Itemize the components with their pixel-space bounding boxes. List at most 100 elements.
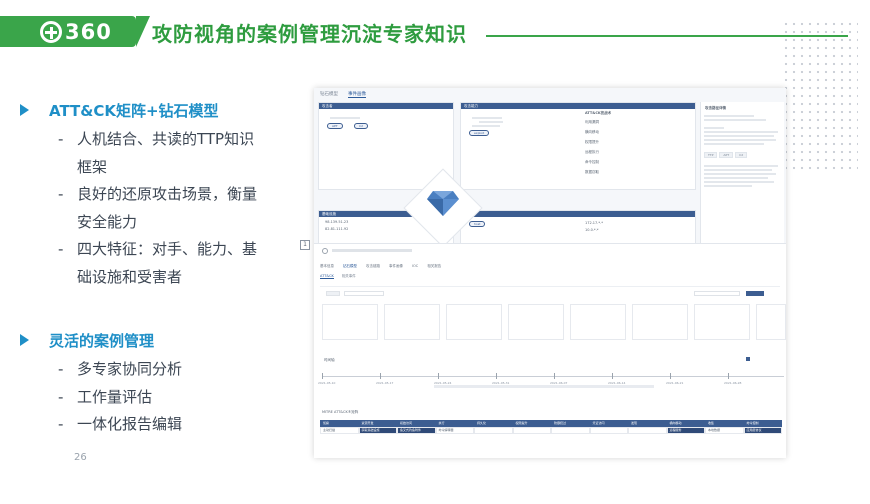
stat-card[interactable] <box>384 304 440 340</box>
stat-card[interactable] <box>694 304 750 340</box>
capability-card: 攻击能力 exploit ATT&CK技战术 利用漏洞 横向移动 权限提升 远程… <box>460 102 696 190</box>
matrix-header: 初始访问 <box>397 420 436 427</box>
logo: 360 <box>40 19 112 45</box>
stat-card[interactable] <box>508 304 564 340</box>
case-tab[interactable]: 相关报告 <box>427 264 441 269</box>
case-tab[interactable]: IOC <box>412 264 418 269</box>
stat-card[interactable] <box>322 304 378 340</box>
triangle-bullet-icon <box>20 334 29 346</box>
card-header: 受害者 <box>461 211 695 217</box>
victim-ip: 172.17.*.* <box>585 221 603 225</box>
case-tab[interactable]: 基本信息 <box>320 264 334 269</box>
timeline-axis <box>322 376 784 377</box>
case-tabs: 基本信息 钻石模型 攻击链路 事件画像 IOC 相关报告 <box>320 264 441 269</box>
matrix-cell[interactable] <box>512 427 551 434</box>
matrix-header: 侦察 <box>320 420 359 427</box>
matrix-header-row: 侦察 资源开发 初始访问 执行 持久化 权限提升 防御绕过 凭证访问 发现 横向… <box>320 420 782 427</box>
search-input[interactable] <box>694 291 740 296</box>
section-case-management: 灵活的案例管理 多专家协同分析 工作量评估 一体化报告编辑 <box>20 330 270 439</box>
capability-pill[interactable]: exploit <box>469 130 490 136</box>
timeline-date: 2021-06-28 <box>724 381 742 385</box>
victim-pill[interactable]: host <box>469 221 486 227</box>
timeline-date: 2021-06-21 <box>666 381 684 385</box>
stat-card[interactable] <box>632 304 688 340</box>
case-title-bar <box>332 249 412 252</box>
tag: APT <box>719 152 734 158</box>
matrix-cell[interactable] <box>628 427 667 434</box>
timeline-tick <box>438 373 439 379</box>
view-tabs: 钻石模型 事件画像 <box>320 91 366 98</box>
detail-title: 攻击路径详情 <box>705 106 726 110</box>
search-button[interactable] <box>746 291 764 296</box>
diamond-icon <box>427 191 459 216</box>
matrix-cell[interactable]: 鱼叉式钓鱼附件 <box>397 427 436 434</box>
matrix-header: 命令控制 <box>743 420 782 427</box>
timeline-tick <box>496 373 497 379</box>
matrix-cell[interactable] <box>474 427 513 434</box>
diamond-model-view: 钻石模型 事件画像 攻击者 APT C2 攻击能力 exploit ATT&CK… <box>314 88 786 253</box>
matrix-cell[interactable] <box>551 427 590 434</box>
adversary-pill[interactable]: APT <box>327 123 343 129</box>
step-marker: 1 <box>300 240 310 250</box>
timeline-tick <box>322 373 323 379</box>
bullet-item: 四大特征：对手、能力、基础设施和受害者 <box>20 236 270 291</box>
capability-item: 利用漏洞 <box>585 120 599 124</box>
case-management-view: 基本信息 钻石模型 攻击链路 事件画像 IOC 相关报告 ATT&CK 相关事件… <box>314 243 786 458</box>
sub-tab[interactable]: ATT&CK <box>320 274 334 279</box>
stat-card[interactable] <box>446 304 502 340</box>
matrix-cell[interactable]: 获取基础设施 <box>358 427 397 434</box>
matrix-header: 持久化 <box>474 420 513 427</box>
tab-profile[interactable]: 事件画像 <box>348 91 366 98</box>
bullet-item: 一体化报告编辑 <box>20 411 270 439</box>
stat-card[interactable] <box>570 304 626 340</box>
legend-marker <box>746 357 750 361</box>
case-tab[interactable]: 钻石模型 <box>343 264 357 269</box>
timeline-range[interactable] <box>434 385 654 388</box>
matrix-cell[interactable]: 本地数据 <box>705 427 744 434</box>
tab-diamond[interactable]: 钻石模型 <box>320 91 338 98</box>
page-number: 26 <box>74 452 87 463</box>
timeline-tick <box>380 373 381 379</box>
sub-tab[interactable]: 相关事件 <box>342 274 356 279</box>
capability-item: 横向移动 <box>585 130 599 134</box>
tag: C2 <box>735 152 748 158</box>
case-tab[interactable]: 攻击链路 <box>366 264 380 269</box>
slide-title: 攻防视角的案例管理沉淀专家知识 <box>152 22 467 46</box>
matrix-row: 主动扫描 获取基础设施 鱼叉式钓鱼附件 命令解释器 远程服务 本地数据 应用层协… <box>320 427 782 434</box>
section-attck: ATT&CK矩阵+钻石模型 人机结合、共读的TTP知识框架 良好的还原攻击场景，… <box>20 100 270 291</box>
matrix-header: 横向移动 <box>666 420 705 427</box>
stat-card[interactable] <box>756 304 786 340</box>
matrix-header: 执行 <box>435 420 474 427</box>
product-screenshot: 钻石模型 事件画像 攻击者 APT C2 攻击能力 exploit ATT&CK… <box>314 88 786 458</box>
section-title: 灵活的案例管理 <box>49 331 155 350</box>
logo-text: 360 <box>65 20 112 44</box>
triangle-bullet-icon <box>20 104 29 116</box>
matrix-cell[interactable]: 远程服务 <box>666 427 705 434</box>
status-icon <box>322 248 328 254</box>
matrix-header: 收集 <box>705 420 744 427</box>
adversary-pill[interactable]: C2 <box>353 123 368 129</box>
matrix-cell[interactable]: 主动扫描 <box>320 427 359 434</box>
attck-heading: ATT&CK技战术 <box>585 111 612 115</box>
capability-item: 命令控制 <box>585 160 599 164</box>
logo-plus-icon <box>40 21 62 43</box>
matrix-cell[interactable] <box>589 427 628 434</box>
matrix-cell[interactable]: 应用层协议 <box>743 427 782 434</box>
divider <box>320 286 780 287</box>
case-tab[interactable]: 事件画像 <box>389 264 403 269</box>
matrix-header: 防御绕过 <box>551 420 590 427</box>
matrix-cell[interactable]: 命令解释器 <box>435 427 474 434</box>
matrix-header: 发现 <box>628 420 667 427</box>
attck-matrix: 侦察 资源开发 初始访问 执行 持久化 权限提升 防御绕过 凭证访问 发现 横向… <box>320 420 782 434</box>
timeline-date: 2021-05-10 <box>318 381 336 385</box>
capability-item: 权限提升 <box>585 140 599 144</box>
matrix-title: MITRE ATT&CK®矩阵 <box>322 410 359 414</box>
timeline-label: 时间轴 <box>324 358 335 362</box>
sub-tabs: ATT&CK 相关事件 <box>320 274 356 279</box>
filter-chip[interactable] <box>326 291 340 296</box>
capability-item: 数据窃取 <box>585 170 599 174</box>
filter-select[interactable] <box>344 291 384 296</box>
timeline-tick <box>728 373 729 379</box>
matrix-header: 资源开发 <box>358 420 397 427</box>
card-header: 攻击能力 <box>461 103 695 109</box>
